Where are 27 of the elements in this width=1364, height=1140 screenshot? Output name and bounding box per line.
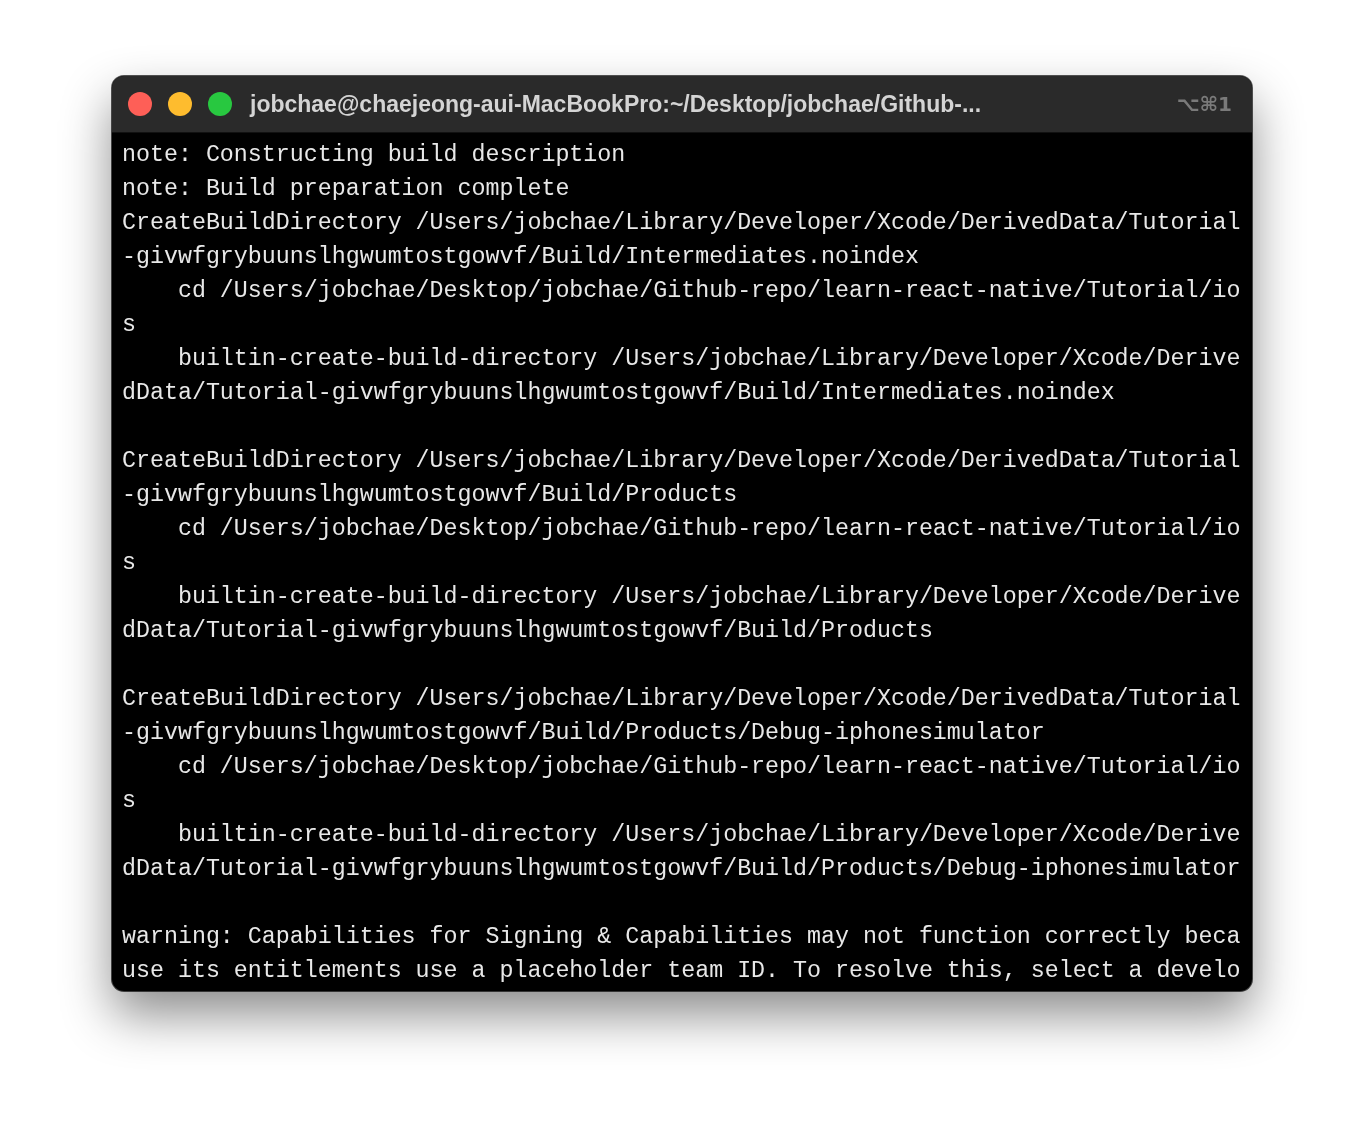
zoom-button[interactable] — [208, 92, 232, 116]
terminal-line: use its entitlements use a placeholder team ID. To resolve this, select a develo — [122, 957, 1241, 986]
terminal-line: warning: Capabilities for Signing & Capabilities may not function correctly beca — [122, 923, 1241, 952]
shortcut-label: ⌥⌘1 — [1176, 92, 1232, 116]
terminal-line: builtin-create-build-directory /Users/jobchae/Library/Developer/Xcode/Derive — [176, 345, 1241, 374]
terminal-line: note: Constructing build description — [122, 141, 626, 170]
terminal-line: s — [122, 311, 136, 340]
terminal-line: dData/Tutorial-givwfgrybuunslhgwumtostgowvf/Build/Products/Debug-iphonesimulator — [122, 855, 1241, 884]
close-button[interactable] — [128, 92, 152, 116]
terminal-line: CreateBuildDirectory /Users/jobchae/Library/Developer/Xcode/DerivedData/Tutorial — [122, 447, 1241, 476]
terminal-line: dData/Tutorial-givwfgrybuunslhgwumtostgowvf/Build/Intermediates.noindex — [122, 379, 1115, 408]
terminal-line: s — [122, 787, 136, 816]
terminal-line: cd /Users/jobchae/Desktop/jobchae/Github-repo/learn-react-native/Tutorial/io — [176, 277, 1241, 306]
terminal-line: dData/Tutorial-givwfgrybuunslhgwumtostgowvf/Build/Products — [122, 617, 933, 646]
terminal-line: CreateBuildDirectory /Users/jobchae/Library/Developer/Xcode/DerivedData/Tutorial — [122, 685, 1241, 714]
terminal-line: builtin-create-build-directory /Users/jobchae/Library/Developer/Xcode/Derive — [176, 821, 1241, 850]
terminal-line: s — [122, 549, 136, 578]
window-title: jobchae@chaejeong-aui-MacBookPro:~/Desktop/jobchae/Github-... — [250, 90, 982, 118]
minimize-button[interactable] — [168, 92, 192, 116]
terminal-line: -givwfgrybuunslhgwumtostgowvf/Build/Intermediates.noindex — [122, 243, 919, 272]
terminal-line: -givwfgrybuunslhgwumtostgowvf/Build/Products — [122, 481, 738, 510]
terminal-line: cd /Users/jobchae/Desktop/jobchae/Github-repo/learn-react-native/Tutorial/io — [176, 753, 1241, 782]
terminal-line: -givwfgrybuunslhgwumtostgowvf/Build/Products/Debug-iphonesimulator — [122, 719, 1045, 748]
terminal-line: CreateBuildDirectory /Users/jobchae/Library/Developer/Xcode/DerivedData/Tutorial — [122, 209, 1241, 238]
terminal-line: builtin-create-build-directory /Users/jobchae/Library/Developer/Xcode/Derive — [176, 583, 1241, 612]
terminal-line: cd /Users/jobchae/Desktop/jobchae/Github-repo/learn-react-native/Tutorial/io — [176, 515, 1241, 544]
terminal-line: note: Build preparation complete — [122, 175, 570, 204]
